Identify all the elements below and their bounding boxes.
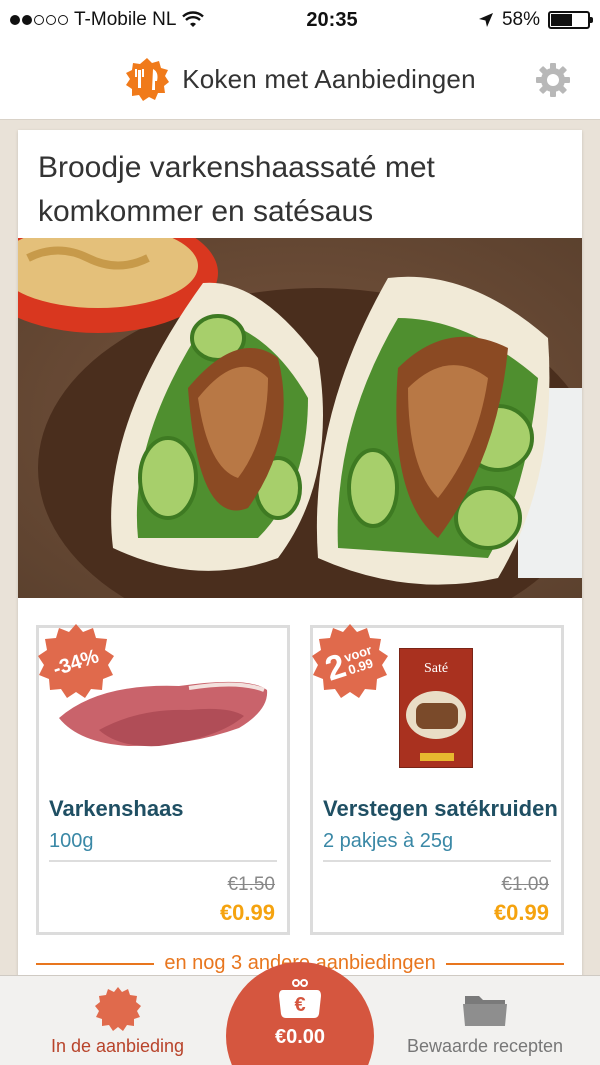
location-arrow-icon	[478, 13, 493, 27]
wallet-total: €0.00	[274, 1026, 326, 1048]
signal-icon	[10, 15, 68, 25]
clock: 20:35	[306, 8, 358, 31]
package-label: Saté	[423, 661, 449, 676]
wifi-icon	[182, 11, 205, 27]
offer-badge-icon	[94, 987, 141, 1031]
status-right: 58%	[420, 9, 593, 31]
divider	[49, 860, 277, 862]
tab-aanbieding[interactable]: In de aanbieding	[0, 976, 235, 1065]
offer-quantity: 100g	[49, 830, 94, 852]
battery-icon	[548, 11, 593, 29]
carrier-label: T-Mobile NL	[74, 9, 177, 30]
offer-old-price: €1.50	[227, 874, 275, 895]
offer-old-price: €1.09	[501, 874, 549, 895]
divider	[323, 860, 551, 862]
offer-new-price: €0.99	[493, 900, 549, 925]
tab-aanbieding-label: In de aanbieding	[50, 1036, 185, 1056]
battery-percent: 58%	[501, 9, 540, 30]
gear-icon[interactable]	[534, 61, 572, 99]
more-offers-line-right	[445, 962, 565, 965]
chef-logo-icon	[126, 57, 170, 101]
offer-card-varkenshaas[interactable]: -34% Varkenshaas 100g €1.50 €0.99	[36, 624, 290, 935]
app-title: Koken met Aanbiedingen	[182, 64, 476, 94]
offer-name: Varkenshaas	[49, 796, 184, 821]
offer-card-satekruiden[interactable]: Saté 2 voor 0.99 Verstegen satékruiden 2…	[310, 624, 564, 935]
recipe-card[interactable]: Broodje varkenshaassaté met komkommer en…	[0, 130, 598, 990]
recipe-title: Broodje varkenshaassaté met komkommer en…	[38, 151, 435, 228]
recipe-photo[interactable]	[0, 213, 598, 648]
carrier-section: T-Mobile NL	[10, 9, 210, 31]
status-bar: T-Mobile NL 20:35 58%	[0, 0, 600, 40]
nav-bar: Koken met Aanbiedingen	[0, 40, 600, 120]
offers-list: -34% Varkenshaas 100g €1.50 €0.99 Saté 2	[36, 624, 564, 935]
more-offers-line-left	[36, 962, 155, 965]
offer-quantity: 2 pakjes à 25g	[323, 830, 454, 852]
svg-text:€: €	[294, 994, 305, 1016]
purse-euro-icon: €	[279, 979, 321, 1018]
offer-name: Verstegen satékruiden	[323, 796, 558, 821]
folder-icon	[463, 996, 507, 1026]
offer-new-price: €0.99	[219, 900, 275, 925]
tab-bewaarde-recepten[interactable]: Bewaarde recepten	[370, 976, 600, 1065]
tab-bewaarde-label: Bewaarde recepten	[406, 1036, 564, 1056]
